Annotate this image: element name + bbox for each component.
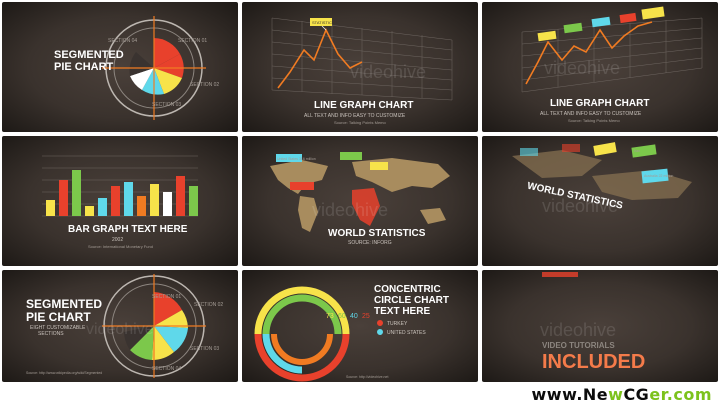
tile-world-statistics-3d: Australia 22 million Iran WORLD STATISTI… bbox=[482, 136, 718, 266]
world-map-3d-graphic: Australia 22 million Iran WORLD STATISTI… bbox=[512, 142, 692, 216]
tile-segmented-pie: SECTION 01 SECTION 02 SECTION 03 SECTION… bbox=[2, 2, 238, 132]
world-map-graphic: United States 316 million videohive WORL… bbox=[270, 152, 450, 246]
brand-w: w bbox=[608, 385, 624, 404]
tile-concentric-chart: 73 60 40 25 CONCENTRIC CIRCLE CHART TEXT… bbox=[242, 270, 478, 382]
tile-segmented-pie-2: SECTION 01 SECTION 02 SECTION 03 SECTION… bbox=[2, 270, 238, 382]
tile-world-statistics: United States 316 million videohive WORL… bbox=[242, 136, 478, 266]
map-callout: Iran bbox=[634, 149, 640, 153]
watermark: videohive bbox=[544, 58, 620, 78]
tile-bar-graph: BAR GRAPH TEXT HERE 2002 Source: Interna… bbox=[2, 136, 238, 266]
watermark: videohive bbox=[350, 62, 426, 82]
legend-item: TURKEY bbox=[387, 321, 408, 327]
tile-title: PIE CHART bbox=[54, 61, 114, 73]
tile-title: SEGMENTED bbox=[26, 297, 102, 311]
ring-value: 25 bbox=[362, 313, 370, 320]
tile-source: Source: http://videohive.net bbox=[346, 375, 388, 379]
segment-label: SECTION 04 bbox=[108, 38, 137, 44]
segment-label: SECTION 03 bbox=[190, 346, 219, 352]
tile-subtitle: SECTIONS bbox=[38, 331, 64, 337]
watermark: videohive bbox=[312, 200, 388, 220]
tutorials-line1: VIDEO TUTORIALS bbox=[542, 341, 615, 350]
ring-value: 40 bbox=[350, 313, 358, 320]
tile-video-tutorials: videohive VIDEO TUTORIALS INCLUDED bbox=[482, 270, 718, 382]
map-callout: United States 316 million bbox=[277, 157, 316, 161]
tile-line-graph-1: STATISTIC 01 videohive LINE GRAPH CHART … bbox=[242, 2, 478, 132]
preview-grid: SECTION 01 SECTION 02 SECTION 03 SECTION… bbox=[0, 0, 720, 406]
segmented-pie-2-graphic: SECTION 01 SECTION 02 SECTION 03 SECTION… bbox=[26, 274, 223, 378]
segment-label: SECTION 01 bbox=[178, 38, 207, 44]
segment-label: SECTION 02 bbox=[190, 82, 219, 88]
tile-source: Source: http://www.wikipedia.org/wiki/Se… bbox=[26, 371, 102, 375]
tile-title: TEXT HERE bbox=[374, 306, 430, 317]
segment-label: SECTION 01 bbox=[152, 294, 181, 300]
watermark: videohive bbox=[540, 320, 616, 340]
tile-subtitle: SOURCE: INFORG bbox=[348, 240, 392, 246]
brand-cg: CG bbox=[623, 385, 650, 404]
brand-suffix: er.com bbox=[649, 385, 712, 404]
segment-label: SECTION 02 bbox=[194, 302, 223, 308]
line-graph-graphic: STATISTIC 01 videohive LINE GRAPH CHART … bbox=[271, 17, 453, 125]
concentric-chart-graphic: 73 60 40 25 CONCENTRIC CIRCLE CHART TEXT… bbox=[254, 284, 449, 382]
tile-title: CIRCLE CHART bbox=[374, 295, 449, 306]
tile-source: Source: Talking Points Memo bbox=[568, 118, 621, 123]
tile-title: BAR GRAPH TEXT HERE bbox=[68, 224, 188, 235]
site-brand[interactable]: www.NewCGer.com bbox=[532, 384, 712, 406]
brand-prefix: www.Ne bbox=[531, 385, 609, 404]
map-callout: Australia 22 million bbox=[644, 174, 673, 178]
tile-source: Source: International Monetary Fund bbox=[88, 244, 153, 249]
bar-graph-graphic: BAR GRAPH TEXT HERE 2002 Source: Interna… bbox=[42, 155, 198, 249]
tile-title: CONCENTRIC bbox=[374, 284, 441, 295]
tile-source: Source: Talking Points Memo bbox=[334, 120, 387, 125]
tile-subtitle: ALL TEXT AND INFO EASY TO CUSTOMIZE bbox=[540, 111, 642, 117]
segment-label: SECTION 04 bbox=[152, 366, 181, 372]
ring-value: 73 bbox=[326, 313, 334, 320]
segmented-pie-graphic: SECTION 01 SECTION 02 SECTION 03 SECTION… bbox=[54, 16, 219, 120]
tile-title: LINE GRAPH CHART bbox=[550, 98, 649, 109]
legend-item: UNITED STATES bbox=[387, 330, 426, 336]
tutorials-line2: INCLUDED bbox=[542, 351, 645, 373]
tile-line-graph-2: videohive LINE GRAPH CHART ALL TEXT AND … bbox=[482, 2, 718, 132]
tile-subtitle: ALL TEXT AND INFO EASY TO CUSTOMIZE bbox=[304, 113, 406, 119]
tile-title: WORLD STATISTICS bbox=[328, 228, 426, 239]
tile-title: SEGMENTED bbox=[54, 49, 124, 61]
tile-title: LINE GRAPH CHART bbox=[314, 100, 413, 111]
ring-value: 60 bbox=[338, 313, 346, 320]
tile-title: PIE CHART bbox=[26, 310, 91, 324]
footer: www.NewCGer.com bbox=[0, 384, 720, 406]
watermark: videohive bbox=[86, 321, 154, 338]
watermark: videohive bbox=[542, 196, 618, 216]
tutorials-graphic: videohive VIDEO TUTORIALS INCLUDED bbox=[540, 272, 645, 373]
callout-label: STATISTIC 01 bbox=[312, 20, 338, 25]
line-graph-3d-graphic: videohive LINE GRAPH CHART ALL TEXT AND … bbox=[521, 6, 703, 123]
segment-label: SECTION 03 bbox=[152, 102, 181, 108]
tile-year: 2002 bbox=[112, 237, 123, 243]
